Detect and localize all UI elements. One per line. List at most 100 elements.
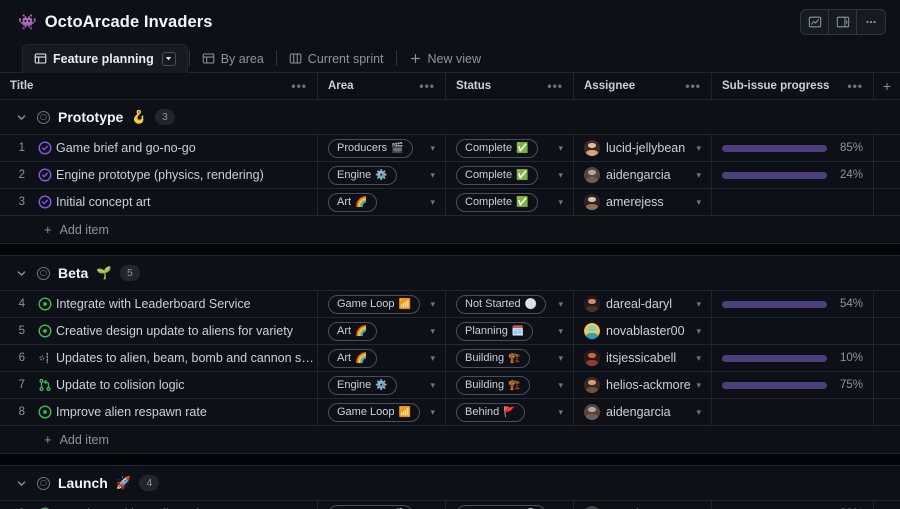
item-title[interactable]: Improve alien respawn rate <box>56 405 207 419</box>
area-pill[interactable]: Producers 🎬 <box>328 504 413 509</box>
item-title[interactable]: Game brief and go-no-go <box>56 141 196 155</box>
table-row[interactable]: 9 Interviews with media outlets Producer… <box>0 501 900 509</box>
chevron-down-icon[interactable]: ▾ <box>554 299 563 310</box>
cell-area[interactable]: Art 🌈 ▾ <box>318 189 446 215</box>
chevron-down-icon[interactable]: ▾ <box>426 407 435 418</box>
cell-title[interactable]: 7 Update to colision logic <box>0 372 318 398</box>
cell-area[interactable]: Game Loop 📶 ▾ <box>318 399 446 425</box>
cell-area[interactable]: Producers 🎬 ▾ <box>318 135 446 161</box>
table-row[interactable]: 1 Game brief and go-no-go Producers 🎬 ▾ … <box>0 135 900 162</box>
status-badge[interactable]: Behind 🚩 <box>456 402 525 422</box>
chevron-down-icon[interactable]: ▾ <box>426 197 435 208</box>
cell-title[interactable]: 8 Improve alien respawn rate <box>0 399 318 425</box>
status-badge[interactable]: Not Started ⚪ <box>456 504 547 509</box>
cell-progress[interactable] <box>712 399 874 425</box>
area-pill[interactable]: Art 🌈 <box>328 321 377 341</box>
table-row[interactable]: 2 Engine prototype (physics, rendering) … <box>0 162 900 189</box>
cell-area[interactable]: Engine ⚙️ ▾ <box>318 162 446 188</box>
cell-progress[interactable]: 24% <box>712 162 874 188</box>
chevron-down-icon[interactable]: ▾ <box>426 326 435 337</box>
chevron-down-icon[interactable]: ▾ <box>692 353 701 364</box>
chevron-down-icon[interactable]: ▾ <box>554 326 563 337</box>
more-options-icon[interactable] <box>857 10 885 34</box>
cell-status[interactable]: Building 🏗️ ▾ <box>446 345 574 371</box>
column-header-assignee[interactable]: Assignee ••• <box>574 73 712 100</box>
chevron-down-icon[interactable]: ▾ <box>554 197 563 208</box>
area-pill[interactable]: Game Loop 📶 <box>328 294 420 314</box>
tab-by-area[interactable]: By area <box>191 44 275 73</box>
chevron-down-icon[interactable]: ▾ <box>692 170 701 181</box>
cell-assignee[interactable]: helios-ackmore ▾ <box>574 372 712 398</box>
chevron-down-icon[interactable]: ▾ <box>692 143 701 154</box>
table-row[interactable]: 5 Creative design update to aliens for v… <box>0 318 900 345</box>
column-header-title[interactable]: Title ••• <box>0 73 318 100</box>
side-panel-icon[interactable] <box>829 10 857 34</box>
cell-area[interactable]: Art 🌈 ▾ <box>318 345 446 371</box>
cell-assignee[interactable]: amerejess ▾ <box>574 189 712 215</box>
chevron-down-icon[interactable]: ▾ <box>554 407 563 418</box>
cell-title[interactable]: 5 Creative design update to aliens for v… <box>0 318 318 344</box>
insights-icon[interactable] <box>801 10 829 34</box>
column-menu-icon[interactable]: ••• <box>291 80 307 92</box>
chevron-down-icon[interactable]: ▾ <box>426 380 435 391</box>
chevron-down-icon[interactable]: ▾ <box>692 326 701 337</box>
status-badge[interactable]: Complete ✅ <box>456 165 538 185</box>
cell-progress[interactable]: 75% <box>712 372 874 398</box>
cell-status[interactable]: Not Started ⚪ ▾ <box>446 291 574 317</box>
item-title[interactable]: Creative design update to aliens for var… <box>56 324 293 338</box>
cell-progress[interactable] <box>712 189 874 215</box>
status-badge[interactable]: Planning 🗓️ <box>456 321 534 341</box>
chevron-down-icon[interactable]: ▾ <box>554 143 563 154</box>
status-badge[interactable]: Building 🏗️ <box>456 348 530 368</box>
item-title[interactable]: Update to colision logic <box>56 378 185 392</box>
item-title[interactable]: Updates to alien, beam, bomb and cannon … <box>56 351 317 365</box>
cell-status[interactable]: Complete ✅ ▾ <box>446 135 574 161</box>
cell-progress[interactable] <box>712 318 874 344</box>
cell-title[interactable]: 2 Engine prototype (physics, rendering) <box>0 162 318 188</box>
chevron-down-icon[interactable] <box>161 51 176 66</box>
item-title[interactable]: Integrate with Leaderboard Service <box>56 297 251 311</box>
table-row[interactable]: 6 Updates to alien, beam, bomb and canno… <box>0 345 900 372</box>
status-badge[interactable]: Complete ✅ <box>456 192 538 212</box>
cell-progress[interactable]: 10% <box>712 345 874 371</box>
cell-assignee[interactable]: aidengarcia ▾ <box>574 162 712 188</box>
table-row[interactable]: 4 Integrate with Leaderboard Service Gam… <box>0 291 900 318</box>
chevron-down-icon[interactable]: ▾ <box>426 299 435 310</box>
cell-title[interactable]: 9 Interviews with media outlets <box>0 501 318 509</box>
cell-assignee[interactable]: dareal-daryl ▾ <box>574 291 712 317</box>
cell-assignee[interactable]: exactlymyra ▾ <box>574 501 712 509</box>
column-header-sub-issue-progress[interactable]: Sub-issue progress ••• <box>712 73 874 100</box>
cell-progress[interactable]: 54% <box>712 291 874 317</box>
column-header-area[interactable]: Area ••• <box>318 73 446 100</box>
cell-area[interactable]: Producers 🎬 ▾ <box>318 501 446 509</box>
chevron-down-icon[interactable]: ▾ <box>554 170 563 181</box>
cell-progress[interactable]: 33% <box>712 501 874 509</box>
cell-title[interactable]: 4 Integrate with Leaderboard Service <box>0 291 318 317</box>
add-item-button[interactable]: + Add item <box>0 426 900 454</box>
tab-feature-planning[interactable]: Feature planning <box>22 44 188 73</box>
cell-status[interactable]: Building 🏗️ ▾ <box>446 372 574 398</box>
collapse-group-icon[interactable] <box>13 265 29 281</box>
column-menu-icon[interactable]: ••• <box>685 80 701 92</box>
column-menu-icon[interactable]: ••• <box>847 80 863 92</box>
chevron-down-icon[interactable]: ▾ <box>692 407 701 418</box>
area-pill[interactable]: Art 🌈 <box>328 348 377 368</box>
cell-title[interactable]: 6 Updates to alien, beam, bomb and canno… <box>0 345 318 371</box>
cell-status[interactable]: Planning 🗓️ ▾ <box>446 318 574 344</box>
column-header-status[interactable]: Status ••• <box>446 73 574 100</box>
cell-area[interactable]: Game Loop 📶 ▾ <box>318 291 446 317</box>
chevron-down-icon[interactable]: ▾ <box>426 353 435 364</box>
column-menu-icon[interactable]: ••• <box>419 80 435 92</box>
cell-progress[interactable]: 85% <box>712 135 874 161</box>
cell-status[interactable]: Not Started ⚪ ▾ <box>446 501 574 509</box>
status-badge[interactable]: Not Started ⚪ <box>456 294 547 314</box>
item-title[interactable]: Initial concept art <box>56 195 151 209</box>
cell-area[interactable]: Engine ⚙️ ▾ <box>318 372 446 398</box>
table-row[interactable]: 3 Initial concept art Art 🌈 ▾ Complete ✅… <box>0 189 900 216</box>
chevron-down-icon[interactable]: ▾ <box>554 353 563 364</box>
tab-current-sprint[interactable]: Current sprint <box>278 44 395 73</box>
add-column-button[interactable]: + <box>874 78 900 94</box>
chevron-down-icon[interactable]: ▾ <box>554 380 563 391</box>
chevron-down-icon[interactable]: ▾ <box>692 380 701 391</box>
chevron-down-icon[interactable]: ▾ <box>426 143 435 154</box>
